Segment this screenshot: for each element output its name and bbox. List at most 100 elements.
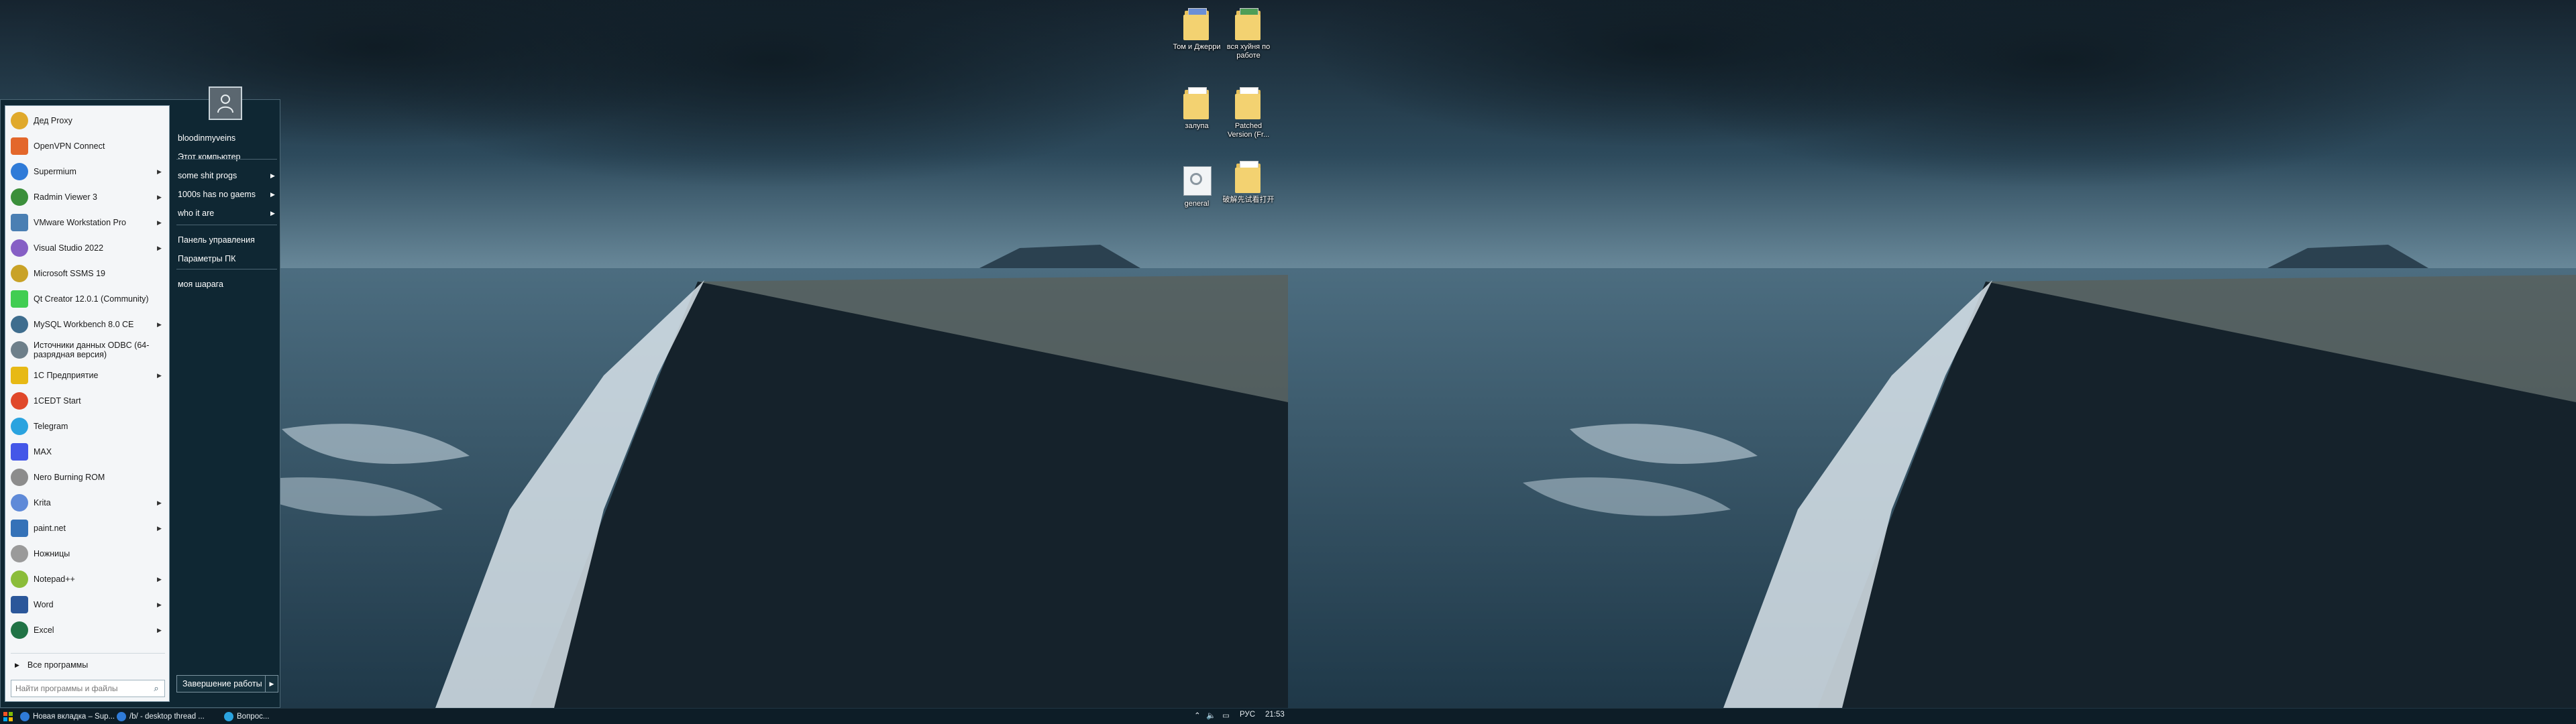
program-item[interactable]: MySQL Workbench 8.0 CE ▶ xyxy=(7,312,168,337)
language-indicator[interactable]: РУС xyxy=(1240,711,1255,719)
divider xyxy=(11,653,165,654)
mysql-icon xyxy=(11,316,28,333)
folder-icon xyxy=(1182,7,1212,42)
submenu-arrow-icon: ▶ xyxy=(270,209,275,217)
program-item[interactable]: Visual Studio 2022 ▶ xyxy=(7,236,168,260)
program-item[interactable]: paint.net ▶ xyxy=(7,516,168,540)
desktop-right xyxy=(1288,0,2576,724)
places-item[interactable]: Панель управления xyxy=(178,231,277,249)
shutdown-options-icon[interactable]: ▶ xyxy=(265,676,278,692)
start-menu-programs-pane: Дед Proxy OpenVPN Connect Supermium ▶ Radmin… xyxy=(5,105,170,702)
excel-icon xyxy=(11,621,28,639)
start-search-input[interactable] xyxy=(11,683,148,694)
program-item[interactable]: Excel ▶ xyxy=(7,618,168,642)
qt-icon xyxy=(11,290,28,308)
program-item[interactable]: 1С Предприятие ▶ xyxy=(7,363,168,387)
desktop-icon-work[interactable]: вся хуйня по работе xyxy=(1222,7,1275,60)
program-item[interactable]: Qt Creator 12.0.1 (Community) xyxy=(7,287,168,311)
clock[interactable]: 21:53 xyxy=(1265,711,1285,719)
supermium-icon xyxy=(11,163,28,180)
program-item[interactable]: Telegram xyxy=(7,414,168,438)
places-item[interactable]: bloodinmyveins xyxy=(178,129,277,147)
1cedt-icon xyxy=(11,392,28,410)
folder-icon xyxy=(1234,86,1263,121)
app-icon xyxy=(224,712,233,721)
program-item[interactable]: Krita ▶ xyxy=(7,491,168,515)
desktop-icon-cn[interactable]: 破解先试看打开 xyxy=(1222,160,1275,204)
submenu-arrow-icon: ▶ xyxy=(157,193,162,200)
tray-chevron-icon[interactable]: ⌃ xyxy=(1194,711,1201,720)
ssms-icon xyxy=(11,265,28,282)
vmware-icon xyxy=(11,214,28,231)
odbc-icon xyxy=(11,341,28,359)
submenu-arrow-icon: ▶ xyxy=(157,168,162,175)
start-menu-places-pane: bloodinmyveins Этот компьютер some shit pr… xyxy=(171,86,280,707)
desktop-icon-tom[interactable]: Том и Джерри xyxy=(1171,7,1223,52)
search-icon[interactable]: ⌕ xyxy=(148,683,164,694)
submenu-arrow-icon: ▶ xyxy=(157,524,162,532)
divider xyxy=(176,159,277,160)
submenu-arrow-icon: ▶ xyxy=(157,371,162,379)
program-item[interactable]: Ножницы xyxy=(7,542,168,566)
program-item[interactable]: VMware Workstation Pro ▶ xyxy=(7,210,168,235)
start-button[interactable] xyxy=(3,710,16,723)
taskbar-window-button[interactable]: /b/ - desktop thread ... xyxy=(114,710,205,723)
user-avatar[interactable] xyxy=(209,86,242,120)
desktop-icon-general[interactable]: general xyxy=(1171,164,1223,208)
places-item[interactable]: who it are ▶ xyxy=(178,204,277,222)
taskbar-window-button[interactable]: Вопрос... xyxy=(221,710,269,723)
places-item[interactable]: моя шарага xyxy=(178,276,277,293)
telegram-icon xyxy=(11,418,28,435)
desktop-icon-zalupa[interactable]: залупа xyxy=(1171,86,1223,131)
submenu-arrow-icon: ▶ xyxy=(270,190,275,198)
desktop-left: Том и Джерри вся хуйня по работе залупа … xyxy=(0,0,1288,724)
submenu-arrow-icon: ▶ xyxy=(157,626,162,634)
wallpaper-right xyxy=(1288,0,2576,724)
folder-icon xyxy=(1234,160,1263,194)
taskbar-secondary xyxy=(1288,708,2576,724)
proxy-icon xyxy=(11,112,28,129)
places-item[interactable]: Параметры ПК xyxy=(178,250,277,267)
nero-icon xyxy=(11,469,28,486)
program-item[interactable]: Nero Burning ROM xyxy=(7,465,168,489)
shutdown-button[interactable]: Завершение работы ▶ xyxy=(176,675,278,692)
places-item[interactable]: Этот компьютер xyxy=(178,148,277,166)
places-item[interactable]: 1000s has no gaems ▶ xyxy=(178,186,277,203)
submenu-arrow-icon: ▶ xyxy=(270,172,275,179)
program-item[interactable]: Microsoft SSMS 19 xyxy=(7,261,168,286)
1c-icon xyxy=(11,367,28,384)
places-item[interactable]: some shit progs ▶ xyxy=(178,167,277,184)
submenu-arrow-icon: ▶ xyxy=(157,219,162,226)
program-item[interactable]: OpenVPN Connect xyxy=(7,134,168,158)
network-icon[interactable]: ▭ xyxy=(1222,711,1230,720)
desktop-icon-patched[interactable]: Patched Version (Fr... xyxy=(1222,86,1275,139)
taskbar-window-button[interactable]: Новая вкладка – Sup... xyxy=(17,710,115,723)
scissors-icon xyxy=(11,545,28,562)
start-menu: Дед Proxy OpenVPN Connect Supermium ▶ Radmin… xyxy=(0,86,280,708)
start-search: ⌕ xyxy=(11,680,165,697)
program-item[interactable]: Источники данных ODBC (64-разрядная верс… xyxy=(7,338,168,362)
program-item[interactable]: 1CEDT Start xyxy=(7,389,168,413)
program-item[interactable]: Дед Proxy xyxy=(7,109,168,133)
max-icon xyxy=(11,443,28,461)
submenu-arrow-icon: ▶ xyxy=(157,244,162,251)
settings-file-icon xyxy=(1182,164,1212,198)
submenu-arrow-icon: ▶ xyxy=(157,575,162,583)
word-icon xyxy=(11,596,28,613)
program-item[interactable]: Word ▶ xyxy=(7,593,168,617)
app-icon xyxy=(20,712,30,721)
program-item[interactable]: Notepad++ ▶ xyxy=(7,567,168,591)
app-icon xyxy=(117,712,126,721)
taskbar: Новая вкладка – Sup.../b/ - desktop thre… xyxy=(0,708,1288,724)
all-programs-button[interactable]: ▶ Все программы xyxy=(7,656,168,674)
submenu-arrow-icon: ▶ xyxy=(157,601,162,608)
program-item[interactable]: Radmin Viewer 3 ▶ xyxy=(7,185,168,209)
user-icon xyxy=(217,95,233,113)
openvpn-icon xyxy=(11,137,28,155)
program-item[interactable]: Supermium ▶ xyxy=(7,160,168,184)
chevron-right-icon: ▶ xyxy=(15,661,19,668)
volume-icon[interactable]: 🔈 xyxy=(1206,711,1216,720)
program-item[interactable]: MAX xyxy=(7,440,168,464)
visual-studio-icon xyxy=(11,239,28,257)
radmin-icon xyxy=(11,188,28,206)
